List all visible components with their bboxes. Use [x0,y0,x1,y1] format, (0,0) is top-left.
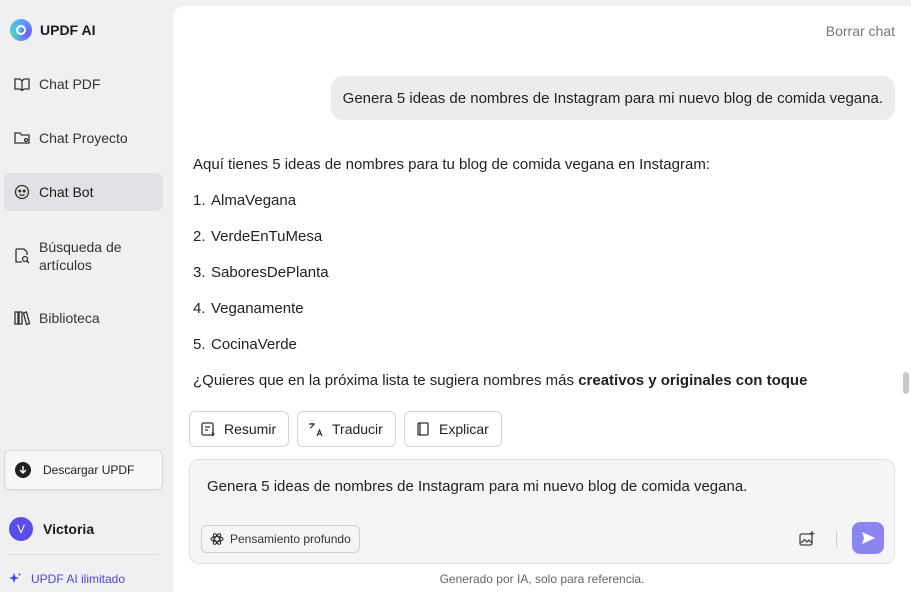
explain-button[interactable]: Explicar [404,411,502,447]
answer-intro: Aquí tienes 5 ideas de nombres para tu b… [193,156,710,173]
send-button[interactable] [852,522,884,554]
book-icon [14,78,30,92]
list-item: 2. VerdeEnTuMesa [193,228,323,245]
disclaimer: Generado por IA, solo para referencia. [439,572,645,586]
list-item: 4. Veganamente [193,300,304,317]
list-item: 3. SaboresDePlanta [193,264,329,281]
sidebar-item-chat-bot[interactable]: Chat Bot [4,173,163,211]
upgrade-link[interactable]: UPDF AI ilimitado [8,572,125,586]
summarize-icon [201,422,215,437]
book-open-icon [417,422,429,436]
chat-panel: Borrar chat Genera 5 ideas de nombres de… [173,6,911,592]
bot-icon [14,184,30,200]
translate-icon [309,423,323,437]
library-icon [14,311,31,326]
answer-followup: ¿Quieres que en la próxima lista te sugi… [193,372,808,389]
user-profile[interactable]: V Victoria [9,517,94,541]
sidebar-item-chat-pdf[interactable]: Chat PDF [4,65,163,103]
atom-icon [210,533,224,545]
list-item: 5. CocinaVerde [193,336,297,353]
scrollbar-thumb[interactable] [903,372,909,394]
sidebar-item-label: Chat PDF [39,76,101,92]
translate-button[interactable]: Traducir [297,411,396,447]
article-search-icon [15,248,30,264]
sidebar: UPDF AI Chat PDF Chat Proyecto Chat Bot … [0,0,172,592]
folder-icon [14,132,30,144]
updf-logo-icon [10,19,32,41]
sidebar-item-chat-proyecto[interactable]: Chat Proyecto [4,119,163,157]
upgrade-label: UPDF AI ilimitado [31,572,126,586]
message-input[interactable]: Genera 5 ideas de nombres de Instagram p… [207,478,747,495]
list-item: 1. AlmaVegana [193,192,297,209]
sidebar-item-label: Biblioteca [39,310,100,326]
add-image-icon[interactable] [796,528,818,550]
sparkle-icon [9,573,21,583]
send-icon [862,532,875,544]
user-message-bubble: Genera 5 ideas de nombres de Instagram p… [330,76,895,120]
download-icon [15,462,31,478]
avatar: V [9,517,33,541]
sidebar-item-label: Búsqueda de artículos [39,239,122,273]
deep-thinking-button[interactable]: Pensamiento profundo [201,525,360,553]
brand-name: UPDF AI [40,22,96,38]
summarize-button[interactable]: Resumir [189,411,290,447]
sidebar-item-busqueda[interactable]: Búsqueda de artículos [4,234,163,278]
message-composer[interactable]: Genera 5 ideas de nombres de Instagram p… [189,459,895,564]
clear-chat-button[interactable]: Borrar chat [826,23,895,39]
download-updf-button[interactable]: Descargar UPDF [4,450,163,490]
sidebar-item-label: Chat Proyecto [39,130,128,146]
sidebar-item-label: Chat Bot [39,184,94,200]
download-label: Descargar UPDF [43,463,135,477]
brand[interactable]: UPDF AI [10,19,95,41]
divider [8,554,159,555]
sidebar-item-biblioteca[interactable]: Biblioteca [4,299,163,337]
user-name: Victoria [43,521,95,537]
divider [836,531,837,547]
